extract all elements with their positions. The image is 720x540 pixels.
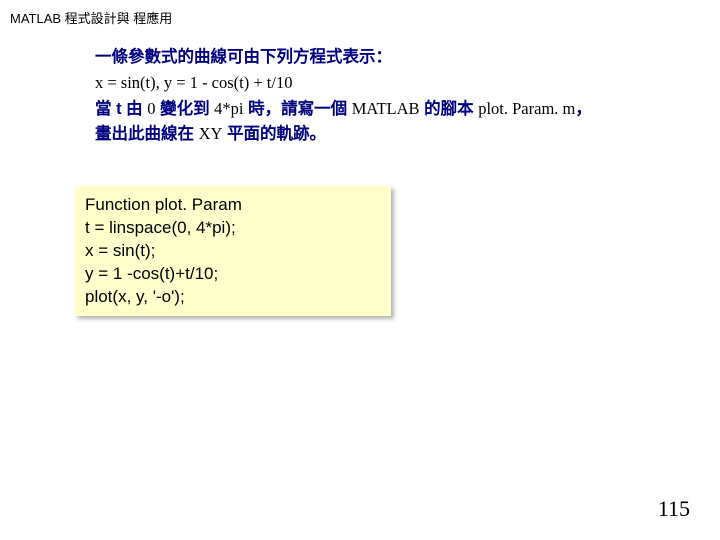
prompt-line-3: 當 t 由 0 變化到 4*pi 時，請寫一個 MATLAB 的腳本 plot.… bbox=[95, 97, 690, 122]
code-line-3: x = sin(t); bbox=[85, 240, 381, 263]
prompt-3-seg1: 當 t 由 bbox=[95, 100, 147, 118]
code-block: Function plot. Param t = linspace(0, 4*p… bbox=[75, 186, 391, 316]
prompt-3-seg5: 時，請寫一個 bbox=[244, 100, 352, 118]
prompt-3-seg4: 4*pi bbox=[214, 99, 243, 118]
prompt-3-seg2: 0 bbox=[147, 99, 155, 118]
page-number: 115 bbox=[658, 496, 690, 522]
prompt-3-seg8: plot. Param. m bbox=[478, 99, 575, 118]
prompt-line-1: 一條參數式的曲線可由下列方程式表示： bbox=[95, 45, 690, 70]
prompt-line-2: x = sin(t), y = 1 - cos(t) + t/10 bbox=[95, 71, 690, 96]
problem-statement: 一條參數式的曲線可由下列方程式表示： x = sin(t), y = 1 - c… bbox=[95, 45, 690, 147]
prompt-3-seg3: 變化到 bbox=[156, 100, 215, 118]
prompt-3-seg7: 的腳本 bbox=[420, 100, 479, 118]
prompt-4-seg2: XY bbox=[199, 124, 223, 143]
code-line-4: y = 1 -cos(t)+t/10; bbox=[85, 263, 381, 286]
code-line-2: t = linspace(0, 4*pi); bbox=[85, 217, 381, 240]
page-title: MATLAB 程式設計與 程應用 bbox=[10, 8, 172, 27]
prompt-3-seg9: ， bbox=[575, 100, 592, 118]
code-line-5: plot(x, y, '-o'); bbox=[85, 286, 381, 309]
prompt-4-seg3: 平面的軌跡。 bbox=[222, 125, 326, 143]
prompt-3-seg6: MATLAB bbox=[352, 99, 420, 118]
code-line-1: Function plot. Param bbox=[85, 194, 381, 217]
prompt-4-seg1: 畫出此曲線在 bbox=[95, 125, 199, 143]
prompt-line-4: 畫出此曲線在 XY 平面的軌跡。 bbox=[95, 122, 690, 147]
